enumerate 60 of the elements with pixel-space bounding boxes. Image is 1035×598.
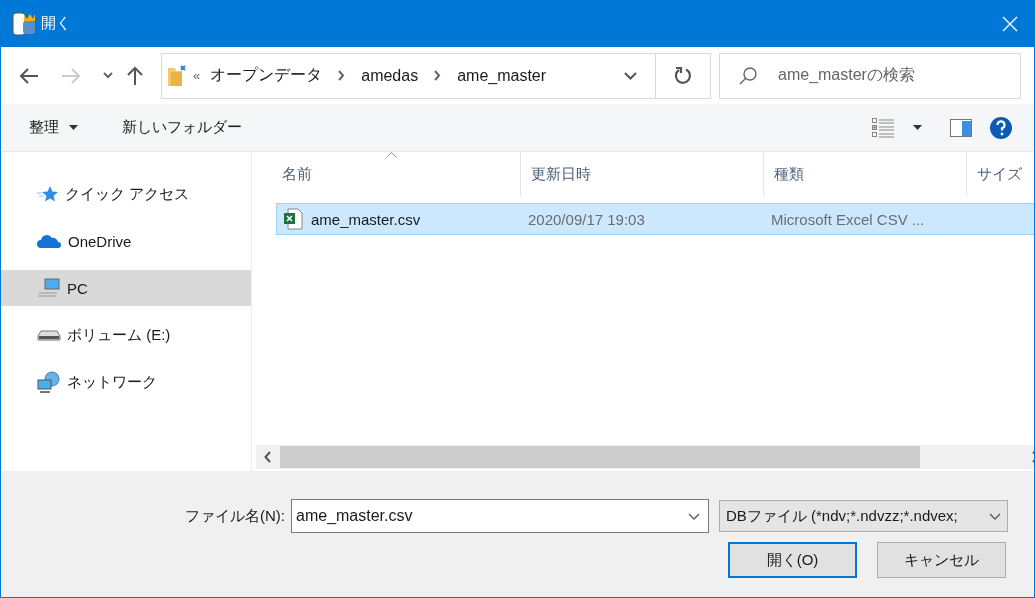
column-header[interactable]: サイズ bbox=[967, 152, 1034, 196]
file-name: ame_master.csv bbox=[311, 210, 421, 228]
column-header[interactable]: 更新日時 bbox=[521, 152, 764, 196]
chevron-right-icon[interactable] bbox=[434, 70, 442, 81]
preview-pane-icon[interactable] bbox=[950, 118, 972, 137]
caret-icon[interactable] bbox=[69, 125, 78, 130]
computer-icon bbox=[37, 278, 61, 298]
up-icon[interactable] bbox=[127, 65, 143, 86]
file-name-value: ame_master.csv bbox=[295, 507, 413, 525]
search-placeholder: ame_masterの検索 bbox=[778, 65, 915, 85]
sidebar-item[interactable]: ボリューム (E:) bbox=[1, 317, 251, 353]
sidebar-item[interactable]: PC bbox=[1, 270, 251, 306]
scrollbar-thumb[interactable] bbox=[280, 446, 920, 468]
chevron-down-icon[interactable] bbox=[103, 72, 113, 79]
breadcrumb[interactable]: amedas bbox=[361, 66, 419, 85]
app-icon bbox=[11, 10, 37, 37]
column-label: 更新日時 bbox=[531, 164, 591, 184]
dialog-button[interactable]: 開く(O) bbox=[728, 542, 857, 578]
column-header[interactable]: 種類 bbox=[764, 152, 967, 196]
address-bar[interactable]: « オープンデータ amedas ame_master bbox=[161, 52, 711, 99]
column-label: サイズ bbox=[977, 164, 1022, 184]
column-header[interactable]: 名前 bbox=[272, 152, 521, 196]
back-icon[interactable] bbox=[19, 67, 39, 84]
caret-icon[interactable] bbox=[913, 125, 922, 130]
chevron-right-icon[interactable] bbox=[338, 70, 346, 81]
search-field[interactable]: ame_masterの検索 bbox=[719, 52, 1021, 99]
file-type-dropdown[interactable]: DBファイル (*ndv;*.ndvzz;*.ndvex; bbox=[719, 500, 1008, 532]
chevron-down-icon bbox=[989, 512, 1001, 520]
breadcrumb[interactable]: ame_master bbox=[457, 66, 547, 85]
network-icon bbox=[37, 371, 61, 393]
file-name-field[interactable]: ame_master.csv bbox=[291, 499, 709, 533]
file-row[interactable]: ame_master.csv 2020/09/17 19:03 Microsoft Excel CSV ... bbox=[276, 203, 1034, 235]
scroll-left-icon[interactable] bbox=[264, 451, 272, 463]
chevron-down-icon[interactable] bbox=[688, 512, 700, 520]
column-label: 名前 bbox=[282, 164, 312, 184]
toolbar-button[interactable]: 新しいフォルダー bbox=[112, 112, 252, 143]
window-title: 開く bbox=[41, 14, 71, 33]
search-icon bbox=[738, 65, 758, 86]
sidebar-item[interactable]: ネットワーク bbox=[1, 364, 251, 400]
breadcrumb[interactable]: オープンデータ bbox=[210, 65, 323, 86]
cloud-icon bbox=[37, 233, 62, 249]
overflow-chevron[interactable]: « bbox=[193, 68, 201, 83]
help-icon[interactable] bbox=[990, 116, 1012, 139]
horizontal-scrollbar[interactable] bbox=[256, 445, 1034, 469]
refresh-icon bbox=[674, 66, 692, 85]
spreadsheet-file-icon bbox=[283, 208, 303, 230]
dialog-button[interactable]: キャンセル bbox=[877, 542, 1006, 578]
table-cell-text: 2020/09/17 19:03 bbox=[527, 209, 646, 230]
sidebar-item[interactable]: クイック アクセス bbox=[1, 176, 251, 212]
drive-icon bbox=[37, 329, 61, 341]
sidebar-item[interactable]: OneDrive bbox=[1, 223, 251, 259]
table-cell-text: Microsoft Excel CSV ... bbox=[770, 209, 926, 230]
chevron-down-icon[interactable] bbox=[624, 71, 637, 80]
toolbar-button[interactable]: 整理 bbox=[19, 112, 88, 143]
file-name-label: ファイル名(N): bbox=[185, 506, 285, 526]
view-list-icon[interactable] bbox=[871, 116, 895, 139]
column-label: 種類 bbox=[774, 164, 804, 184]
folder-icon bbox=[167, 64, 187, 87]
star-icon bbox=[37, 185, 59, 203]
close-icon[interactable] bbox=[1002, 15, 1018, 32]
